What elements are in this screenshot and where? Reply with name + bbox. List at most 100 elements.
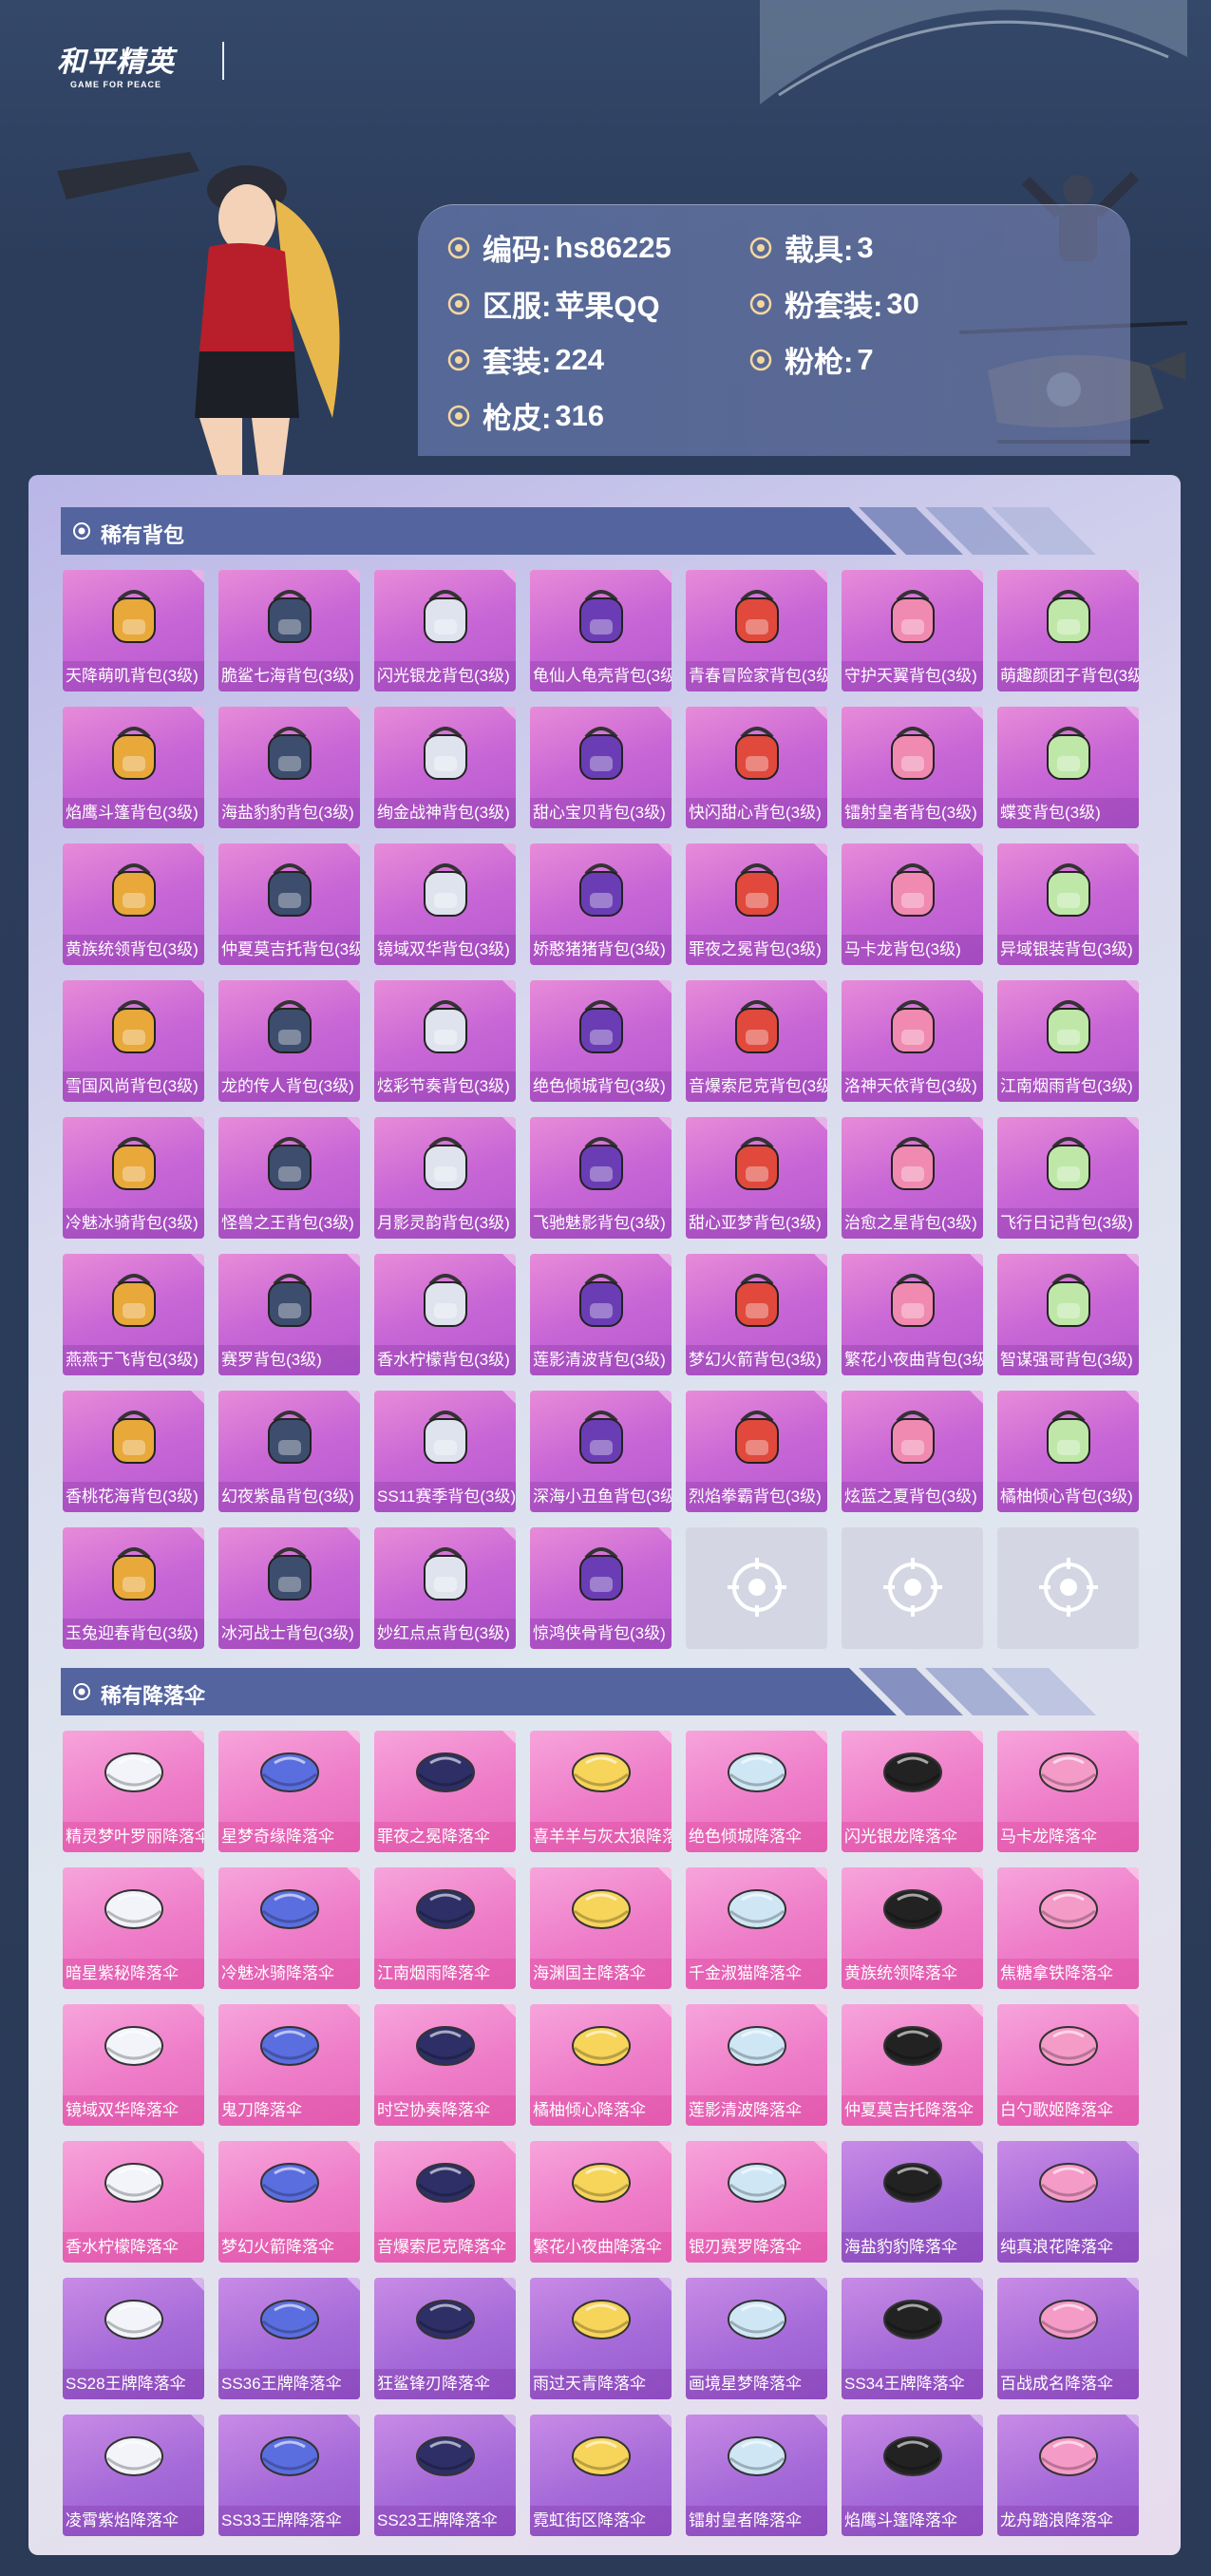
item-card[interactable]: 赛罗背包(3级) [218, 1254, 360, 1375]
item-card[interactable]: 镜域双华背包(3级) [374, 843, 516, 965]
item-card[interactable]: 炫蓝之夏背包(3级) [842, 1391, 983, 1512]
item-card[interactable]: 飞行日记背包(3级) [997, 1117, 1139, 1239]
item-card[interactable]: 惊鸿侠骨背包(3级) [530, 1527, 672, 1649]
item-card[interactable]: 燕燕于飞背包(3级) [63, 1254, 204, 1375]
item-card[interactable]: 脆鲨七海背包(3级) [218, 570, 360, 691]
item-card[interactable]: 狂鲨锋刃降落伞 [374, 2278, 516, 2399]
item-card[interactable]: SS23王牌降落伞 [374, 2415, 516, 2536]
item-card[interactable]: 海盐豹豹降落伞 [842, 2141, 983, 2263]
item-card[interactable]: 闪光银龙背包(3级) [374, 570, 516, 691]
item-card[interactable]: 镭射皇者背包(3级) [842, 707, 983, 828]
item-card[interactable]: 冷魅冰骑背包(3级) [63, 1117, 204, 1239]
item-card[interactable]: 洛神天依背包(3级) [842, 980, 983, 1102]
item-card[interactable]: 仲夏莫吉托降落伞 [842, 2004, 983, 2126]
item-card[interactable]: 马卡龙降落伞 [997, 1731, 1139, 1852]
item-card[interactable]: SS34王牌降落伞 [842, 2278, 983, 2399]
item-card[interactable]: 闪光银龙降落伞 [842, 1731, 983, 1852]
item-card[interactable]: SS33王牌降落伞 [218, 2415, 360, 2536]
item-card[interactable]: 玉兔迎春背包(3级) [63, 1527, 204, 1649]
item-card[interactable]: 香水柠檬背包(3级) [374, 1254, 516, 1375]
item-card[interactable]: 妙红点点背包(3级) [374, 1527, 516, 1649]
item-card[interactable]: 海渊国主降落伞 [530, 1867, 672, 1989]
item-card[interactable]: 焰鹰斗篷降落伞 [842, 2415, 983, 2536]
item-card[interactable]: 精灵梦叶罗丽降落伞 [63, 1731, 204, 1852]
item-card[interactable]: 罪夜之冕背包(3级) [686, 843, 827, 965]
item-card[interactable]: 守护天翼背包(3级) [842, 570, 983, 691]
item-card[interactable]: 异域银装背包(3级) [997, 843, 1139, 965]
item-card[interactable]: 莲影清波降落伞 [686, 2004, 827, 2126]
item-name: 萌趣颜团子背包(3级) [997, 661, 1139, 691]
item-card[interactable]: 黄族统领降落伞 [842, 1867, 983, 1989]
item-card[interactable]: 娇憨猪猪背包(3级) [530, 843, 672, 965]
item-card[interactable]: 炫彩节奏背包(3级) [374, 980, 516, 1102]
item-card[interactable]: 纯真浪花降落伞 [997, 2141, 1139, 2263]
item-card[interactable]: 霓虹街区降落伞 [530, 2415, 672, 2536]
item-card[interactable]: 烈焰拳霸背包(3级) [686, 1391, 827, 1512]
item-card[interactable]: 橘柚倾心降落伞 [530, 2004, 672, 2126]
item-card[interactable]: 繁花小夜曲背包(3级) [842, 1254, 983, 1375]
backpack-icon [579, 1137, 623, 1190]
card-corner [970, 2415, 983, 2428]
item-card[interactable]: 星梦奇缘降落伞 [218, 1731, 360, 1852]
item-card[interactable]: 暗星紫秘降落伞 [63, 1867, 204, 1989]
item-card[interactable]: 百战成名降落伞 [997, 2278, 1139, 2399]
item-card[interactable]: 天降萌叽背包(3级) [63, 570, 204, 691]
item-card[interactable]: 莲影清波背包(3级) [530, 1254, 672, 1375]
item-card[interactable]: 幻夜紫晶背包(3级) [218, 1391, 360, 1512]
item-card[interactable]: 甜心亚梦背包(3级) [686, 1117, 827, 1239]
item-card[interactable]: 画境星梦降落伞 [686, 2278, 827, 2399]
item-card[interactable]: 梦幻火箭背包(3级) [686, 1254, 827, 1375]
item-card[interactable]: 治愈之星背包(3级) [842, 1117, 983, 1239]
item-card[interactable]: 仲夏莫吉托背包(3级) [218, 843, 360, 965]
item-card[interactable]: 马卡龙背包(3级) [842, 843, 983, 965]
item-card[interactable]: SS36王牌降落伞 [218, 2278, 360, 2399]
item-card[interactable]: 音爆索尼克降落伞 [374, 2141, 516, 2263]
item-card[interactable]: 甜心宝贝背包(3级) [530, 707, 672, 828]
item-card[interactable]: 冰河战士背包(3级) [218, 1527, 360, 1649]
item-card[interactable]: 海盐豹豹背包(3级) [218, 707, 360, 828]
item-name: 百战成名降落伞 [997, 2369, 1139, 2399]
item-card[interactable]: 江南烟雨背包(3级) [997, 980, 1139, 1102]
item-card[interactable]: 绝色倾城降落伞 [686, 1731, 827, 1852]
item-card[interactable]: 深海小丑鱼背包(3级) [530, 1391, 672, 1512]
item-card[interactable]: 青春冒险家背包(3级) [686, 570, 827, 691]
item-card[interactable]: 怪兽之王背包(3级) [218, 1117, 360, 1239]
item-card[interactable]: 千金淑猫降落伞 [686, 1867, 827, 1989]
item-card[interactable]: SS11赛季背包(3级) [374, 1391, 516, 1512]
item-card[interactable]: 橘柚倾心背包(3级) [997, 1391, 1139, 1512]
item-card[interactable]: 香水柠檬降落伞 [63, 2141, 204, 2263]
item-card[interactable]: SS28王牌降落伞 [63, 2278, 204, 2399]
item-card[interactable]: 白勺歌姬降落伞 [997, 2004, 1139, 2126]
card-corner [502, 1117, 516, 1130]
item-card[interactable]: 喜羊羊与灰太狼降落伞 [530, 1731, 672, 1852]
item-card[interactable]: 鬼刀降落伞 [218, 2004, 360, 2126]
item-card[interactable]: 焰鹰斗篷背包(3级) [63, 707, 204, 828]
item-card[interactable]: 罪夜之冕降落伞 [374, 1731, 516, 1852]
item-card[interactable]: 蝶变背包(3级) [997, 707, 1139, 828]
item-card[interactable]: 龙的传人背包(3级) [218, 980, 360, 1102]
item-card[interactable]: 绚金战神背包(3级) [374, 707, 516, 828]
item-card[interactable]: 冷魅冰骑降落伞 [218, 1867, 360, 1989]
item-card[interactable]: 飞驰魅影背包(3级) [530, 1117, 672, 1239]
item-card[interactable]: 焦糖拿铁降落伞 [997, 1867, 1139, 1989]
item-card[interactable]: 繁花小夜曲降落伞 [530, 2141, 672, 2263]
item-card[interactable]: 梦幻火箭降落伞 [218, 2141, 360, 2263]
item-card[interactable]: 雪国风尚背包(3级) [63, 980, 204, 1102]
item-card[interactable]: 香桃花海背包(3级) [63, 1391, 204, 1512]
item-card[interactable]: 龟仙人龟壳背包(3级) [530, 570, 672, 691]
item-card[interactable]: 镭射皇者降落伞 [686, 2415, 827, 2536]
item-card[interactable]: 银刃赛罗降落伞 [686, 2141, 827, 2263]
item-card[interactable]: 镜域双华降落伞 [63, 2004, 204, 2126]
item-card[interactable]: 雨过天青降落伞 [530, 2278, 672, 2399]
item-card[interactable]: 萌趣颜团子背包(3级) [997, 570, 1139, 691]
item-card[interactable]: 音爆索尼克背包(3级) [686, 980, 827, 1102]
item-card[interactable]: 月影灵韵背包(3级) [374, 1117, 516, 1239]
item-card[interactable]: 时空协奏降落伞 [374, 2004, 516, 2126]
item-card[interactable]: 江南烟雨降落伞 [374, 1867, 516, 1989]
item-card[interactable]: 龙舟踏浪降落伞 [997, 2415, 1139, 2536]
item-card[interactable]: 凌霄紫焰降落伞 [63, 2415, 204, 2536]
item-card[interactable]: 黄族统领背包(3级) [63, 843, 204, 965]
item-card[interactable]: 绝色倾城背包(3级) [530, 980, 672, 1102]
item-card[interactable]: 快闪甜心背包(3级) [686, 707, 827, 828]
item-card[interactable]: 智谋强哥背包(3级) [997, 1254, 1139, 1375]
